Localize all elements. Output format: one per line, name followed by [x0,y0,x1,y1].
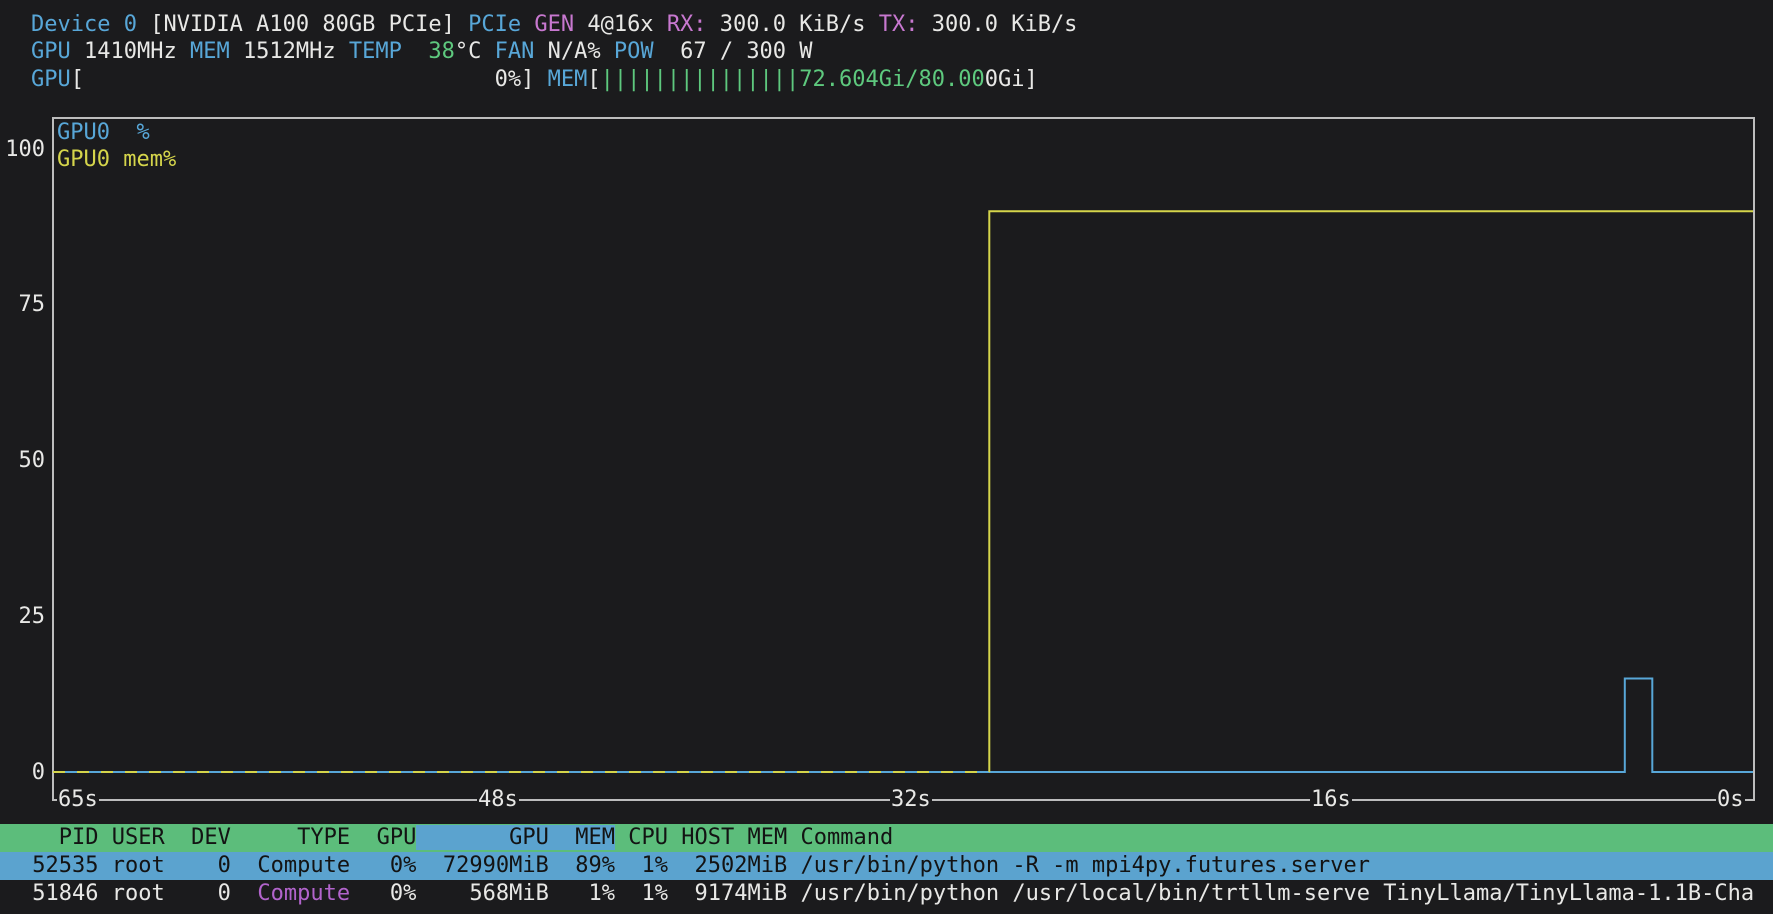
text-segment: N/A% [548,39,614,64]
text-segment: POW [614,39,667,64]
x-axis-label: 32s [890,787,932,813]
text-segment: 67 / 300 W [667,39,813,64]
process-row-selected[interactable]: 52535 root 0 Compute 0% 72990MiB 89% 1% … [0,852,1773,880]
x-axis-label: 65s [57,787,99,813]
text-segment: RX: [667,12,720,37]
chart-border [53,118,1754,800]
text-segment: 4@16x [587,12,666,37]
y-axis-label: 50 [0,447,45,474]
text-segment: °C [455,39,495,64]
text-segment: 0%] [495,67,548,92]
text-segment: 1410MHz [84,39,190,64]
text-segment: 72.604Gi/80.00 [799,67,984,92]
table-header[interactable]: PID USER DEV TYPE GPU GPU MEM CPU HOST M… [0,824,1773,852]
y-axis-label: 0 [0,759,45,786]
text-segment: TX: [879,12,932,37]
gpu-stats-line: GPU 1410MHz MEM 1512MHz TEMP 38°C FAN N/… [31,38,1077,65]
text-segment: 51846 root 0 [19,881,257,906]
text-segment: 300.0 KiB/s [932,12,1078,37]
chart-series-line [989,211,1753,772]
chart-legend: GPU0 % GPU0 mem% [57,119,176,174]
text-segment: 38 [415,39,455,64]
text-segment: GPU MEM [416,825,615,850]
text-segment [84,67,495,92]
text-segment: Compute [257,881,350,906]
y-axis-label: 25 [0,603,45,630]
text-segment: PID USER DEV TYPE GPU [19,825,416,850]
gauges-line: GPU[ 0%] MEM[|||||||||||||||72.604Gi/80.… [31,66,1077,93]
text-segment: PCIe [468,12,534,37]
text-segment: 52535 root 0 Compute 0% 72990MiB 89% 1% … [19,853,1370,878]
text-segment: [ [587,67,600,92]
text-segment: GEN [534,12,587,37]
text-segment: 1512MHz [243,39,349,64]
device-info-panel: Device 0 [NVIDIA A100 80GB PCIe] PCIe GE… [31,11,1077,93]
text-segment: MEM [190,39,243,64]
text-segment: [ [71,67,84,92]
text-segment: ||||||||||||||| [601,67,800,92]
text-segment: [NVIDIA A100 80GB PCIe] [137,12,468,37]
text-segment: 0% 568MiB 1% 1% 9174MiB /usr/bin/python … [350,881,1754,906]
text-segment: 0Gi [985,67,1025,92]
x-axis-label: 0s [1716,787,1745,813]
text-segment: Device 0 [31,12,137,37]
process-table: PID USER DEV TYPE GPU GPU MEM CPU HOST M… [0,824,1773,908]
chart-canvas [0,104,1773,816]
chart-series-line [53,679,1753,773]
x-axis-label: 48s [477,787,519,813]
y-axis-label: 100 [0,136,45,163]
device-line: Device 0 [NVIDIA A100 80GB PCIe] PCIe GE… [31,11,1077,38]
nvtop-terminal: Device 0 [NVIDIA A100 80GB PCIe] PCIe GE… [0,0,1773,914]
text-segment: TEMP [349,39,415,64]
legend-gpu-mem: GPU0 mem% [57,146,176,173]
legend-gpu-util: GPU0 % [57,119,176,146]
y-axis-label: 75 [0,291,45,318]
text-segment: FAN [495,39,548,64]
text-segment: MEM [548,67,588,92]
text-segment: GPU [31,39,84,64]
text-segment: GPU [31,67,71,92]
x-axis-label: 16s [1310,787,1352,813]
utilization-chart: 100 75 50 25 0 65s 48s 32s 16s 0s GPU0 % GPU0 me… [0,104,1773,816]
text-segment: 300.0 KiB/s [720,12,879,37]
text-segment: ] [1024,67,1037,92]
process-row[interactable]: 51846 root 0 Compute 0% 568MiB 1% 1% 917… [0,880,1773,908]
text-segment: CPU HOST MEM Command [615,825,893,850]
